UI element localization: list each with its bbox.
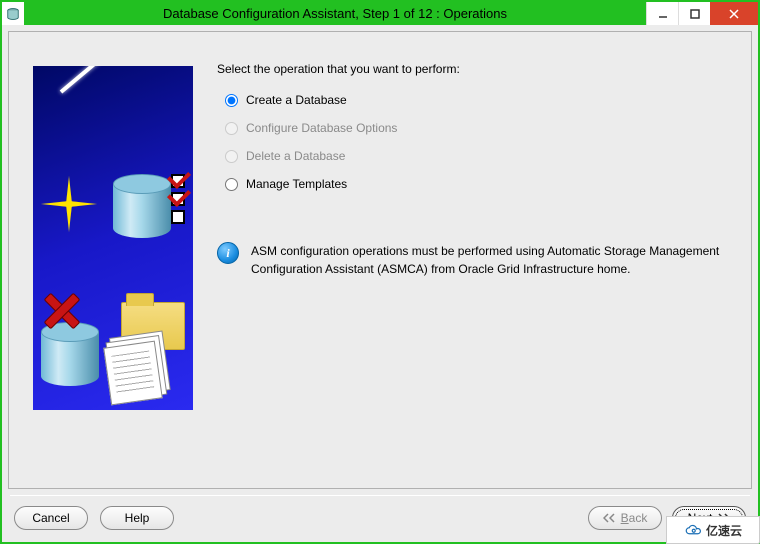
back-label-rest: ack [629, 511, 648, 525]
radio-create-database[interactable]: Create a Database [225, 86, 727, 114]
radio-create-label: Create a Database [246, 93, 347, 107]
window-controls [646, 2, 758, 25]
titlebar: Database Configuration Assistant, Step 1… [0, 0, 760, 25]
checklist-icon [171, 174, 185, 224]
radio-templates-input[interactable] [225, 178, 238, 191]
database-cylinder-icon [41, 322, 99, 386]
radio-templates-label: Manage Templates [246, 177, 347, 191]
radio-create-input[interactable] [225, 94, 238, 107]
back-button: Back [588, 506, 662, 530]
database-cylinder-icon [113, 174, 171, 238]
window-title: Database Configuration Assistant, Step 1… [24, 2, 646, 25]
footer-divider [10, 495, 750, 496]
operation-radio-group: Create a Database Configure Database Opt… [225, 86, 727, 198]
maximize-button[interactable] [678, 2, 710, 25]
radio-configure-input [225, 122, 238, 135]
close-button[interactable] [710, 2, 758, 25]
radio-configure-label: Configure Database Options [246, 121, 397, 135]
help-button[interactable]: Help [100, 506, 174, 530]
content-frame: Select the operation that you want to pe… [8, 31, 752, 489]
footer: Cancel Help Back Next [8, 502, 752, 536]
back-mnemonic: B [621, 511, 629, 525]
info-icon: i [217, 242, 239, 264]
app-icon [2, 2, 24, 25]
radio-configure-database: Configure Database Options [225, 114, 727, 142]
radio-delete-label: Delete a Database [246, 149, 345, 163]
documents-icon [103, 341, 163, 406]
window-body: Select the operation that you want to pe… [0, 25, 760, 544]
info-row: i ASM configuration operations must be p… [217, 242, 727, 278]
radio-manage-templates[interactable]: Manage Templates [225, 170, 727, 198]
minimize-button[interactable] [646, 2, 678, 25]
watermark: 亿速云 [666, 516, 760, 544]
prompt-text: Select the operation that you want to pe… [217, 62, 727, 76]
radio-delete-input [225, 150, 238, 163]
wand-icon [60, 66, 109, 94]
wizard-illustration [33, 66, 193, 410]
watermark-text: 亿速云 [706, 522, 742, 539]
cancel-button[interactable]: Cancel [14, 506, 88, 530]
sparkle-icon [41, 176, 97, 232]
delete-x-icon [43, 290, 79, 326]
operations-panel: Select the operation that you want to pe… [217, 62, 727, 464]
info-text: ASM configuration operations must be per… [251, 242, 727, 278]
radio-delete-database: Delete a Database [225, 142, 727, 170]
chevron-left-icon [603, 513, 615, 523]
cloud-logo-icon [684, 523, 702, 537]
